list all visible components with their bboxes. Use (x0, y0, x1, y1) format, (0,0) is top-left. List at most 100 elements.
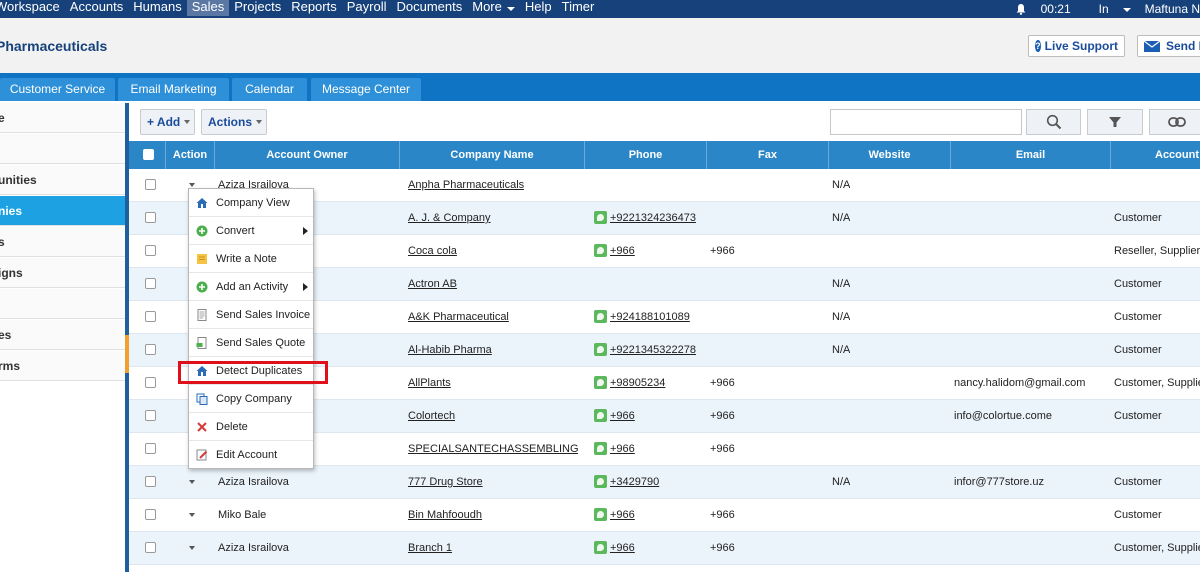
tab-email-marketing[interactable]: Email Marketing (118, 78, 229, 101)
row-action-arrow-icon[interactable] (189, 546, 195, 550)
cell-company-link[interactable]: Anpha Pharmaceuticals (408, 169, 524, 201)
cell-fax: +966 (710, 443, 735, 455)
cell-phone[interactable]: +9221324236473 (594, 202, 700, 234)
row-checkbox[interactable] (145, 212, 156, 223)
menu-item-send-sales-invoice[interactable]: Send Sales Invoice (189, 301, 313, 329)
cell-company-link[interactable]: Al-Habib Pharma (408, 334, 492, 366)
menu-item-send-sales-quote[interactable]: Send Sales Quote (189, 329, 313, 357)
row-action-arrow-icon[interactable] (189, 480, 195, 484)
live-support-button[interactable]: ? Live Support (1028, 35, 1125, 57)
row-checkbox[interactable] (145, 410, 156, 421)
sidebar-item-campaigns[interactable]: igns (0, 258, 125, 288)
cell-company-link[interactable]: AllPlants (408, 367, 451, 399)
tab-message-center[interactable]: Message Center (311, 78, 421, 101)
add-button[interactable]: + Add (140, 109, 195, 135)
header-fax[interactable]: Fax (707, 141, 829, 169)
cell-phone[interactable]: +966 (594, 499, 700, 531)
cell-email[interactable]: info@colortue.come (954, 400, 1052, 432)
row-action-arrow-icon[interactable] (189, 513, 195, 517)
nav-workspace[interactable]: Workspace (0, 0, 65, 16)
row-checkbox[interactable] (145, 344, 156, 355)
row-checkbox[interactable] (145, 476, 156, 487)
tab-customer-service[interactable]: Customer Service (0, 78, 115, 101)
header-phone[interactable]: Phone (585, 141, 707, 169)
cell-company-link[interactable]: SPECIALSANTECHASSEMBLING (408, 433, 578, 465)
cell-phone[interactable]: +98905234 (594, 367, 700, 399)
cell-email[interactable]: infor@777store.uz (954, 466, 1044, 498)
header-action[interactable]: Action (166, 141, 215, 169)
search-input[interactable] (830, 109, 1022, 135)
header-account-type[interactable]: Account (1111, 141, 1200, 169)
cell-company-link[interactable]: Branch 1 (408, 532, 452, 564)
send-button[interactable]: Send F (1137, 35, 1200, 57)
row-checkbox[interactable] (145, 179, 156, 190)
link-button[interactable] (1149, 109, 1200, 135)
cell-company-link[interactable]: Colortech (408, 400, 455, 432)
cell-company-link[interactable]: A. J. & Company (408, 202, 491, 234)
cell-phone[interactable]: +966 (594, 532, 700, 564)
sidebar-item-opportunities[interactable]: unities (0, 165, 125, 195)
cell-company-link[interactable]: A&K Pharmaceutical (408, 301, 509, 333)
row-checkbox[interactable] (145, 509, 156, 520)
actions-button[interactable]: Actions (201, 109, 267, 135)
menu-item-delete[interactable]: Delete (189, 413, 313, 441)
menu-item-copy-company[interactable]: Copy Company (189, 385, 313, 413)
bell-icon[interactable] (1015, 3, 1027, 15)
cell-phone[interactable]: +924188101089 (594, 301, 700, 333)
header-company-name[interactable]: Company Name (400, 141, 585, 169)
nav-reports[interactable]: Reports (286, 0, 342, 16)
user-name[interactable]: Maftuna N (1145, 2, 1200, 16)
sidebar-item-companies[interactable]: nies (0, 196, 125, 226)
menu-item-write-note[interactable]: Write a Note (189, 245, 313, 273)
select-all-checkbox[interactable] (143, 149, 154, 160)
row-checkbox[interactable] (145, 311, 156, 322)
nav-timer[interactable]: Timer (557, 0, 600, 16)
filter-button[interactable] (1087, 109, 1143, 135)
sidebar-item-forms[interactable]: rms (0, 351, 125, 381)
nav-documents[interactable]: Documents (391, 0, 467, 16)
cell-company-link[interactable]: Bin Mahfooudh (408, 499, 482, 531)
row-checkbox[interactable] (145, 542, 156, 553)
header-website[interactable]: Website (829, 141, 951, 169)
cell-company-link[interactable]: Coca cola (408, 235, 457, 267)
login-dropdown[interactable]: In (1085, 2, 1131, 16)
menu-item-company-view[interactable]: Company View (189, 189, 313, 217)
row-action-arrow-icon[interactable] (189, 183, 195, 187)
nav-sales[interactable]: Sales (186, 0, 230, 16)
cell-company-link[interactable]: 777 Drug Store (408, 466, 483, 498)
nav-payroll[interactable]: Payroll (342, 0, 392, 16)
menu-item-add-activity[interactable]: Add an Activity (189, 273, 313, 301)
sidebar-item-1[interactable] (0, 134, 125, 164)
row-checkbox[interactable] (145, 377, 156, 388)
cell-company-link[interactable]: Actron AB (408, 268, 457, 300)
sidebar-item-6[interactable] (0, 289, 125, 319)
cell-phone[interactable]: +966 (594, 433, 700, 465)
nav-help[interactable]: Help (520, 0, 557, 16)
cell-phone[interactable]: +966 (594, 400, 700, 432)
cell-email[interactable]: nancy.halidom@gmail.com (954, 367, 1085, 399)
menu-item-label: Convert (216, 225, 255, 237)
header-email[interactable]: Email (951, 141, 1111, 169)
menu-item-convert[interactable]: Convert (189, 217, 313, 245)
cell-phone[interactable]: +3429790 (594, 466, 700, 498)
phone-link: +9221345322278 (610, 344, 696, 356)
cell-phone[interactable]: +966 (594, 235, 700, 267)
menu-item-edit-account[interactable]: Edit Account (189, 441, 313, 469)
nav-projects[interactable]: Projects (229, 0, 286, 16)
row-checkbox[interactable] (145, 278, 156, 289)
header-account-owner[interactable]: Account Owner (215, 141, 400, 169)
cell-website: N/A (832, 476, 851, 488)
nav-humans[interactable]: Humans (128, 0, 186, 16)
search-button[interactable] (1026, 109, 1081, 135)
sidebar-item-7[interactable]: es (0, 320, 125, 350)
cell-phone[interactable]: +9221345322278 (594, 334, 700, 366)
sidebar-item-label: e (0, 111, 5, 125)
cell-fax: +966 (710, 377, 735, 389)
nav-accounts[interactable]: Accounts (65, 0, 128, 16)
nav-more[interactable]: More (467, 0, 520, 16)
sidebar-item-4[interactable]: s (0, 227, 125, 257)
row-checkbox[interactable] (145, 245, 156, 256)
row-checkbox[interactable] (145, 443, 156, 454)
tab-calendar[interactable]: Calendar (232, 78, 307, 101)
sidebar-item-0[interactable]: e (0, 103, 125, 133)
